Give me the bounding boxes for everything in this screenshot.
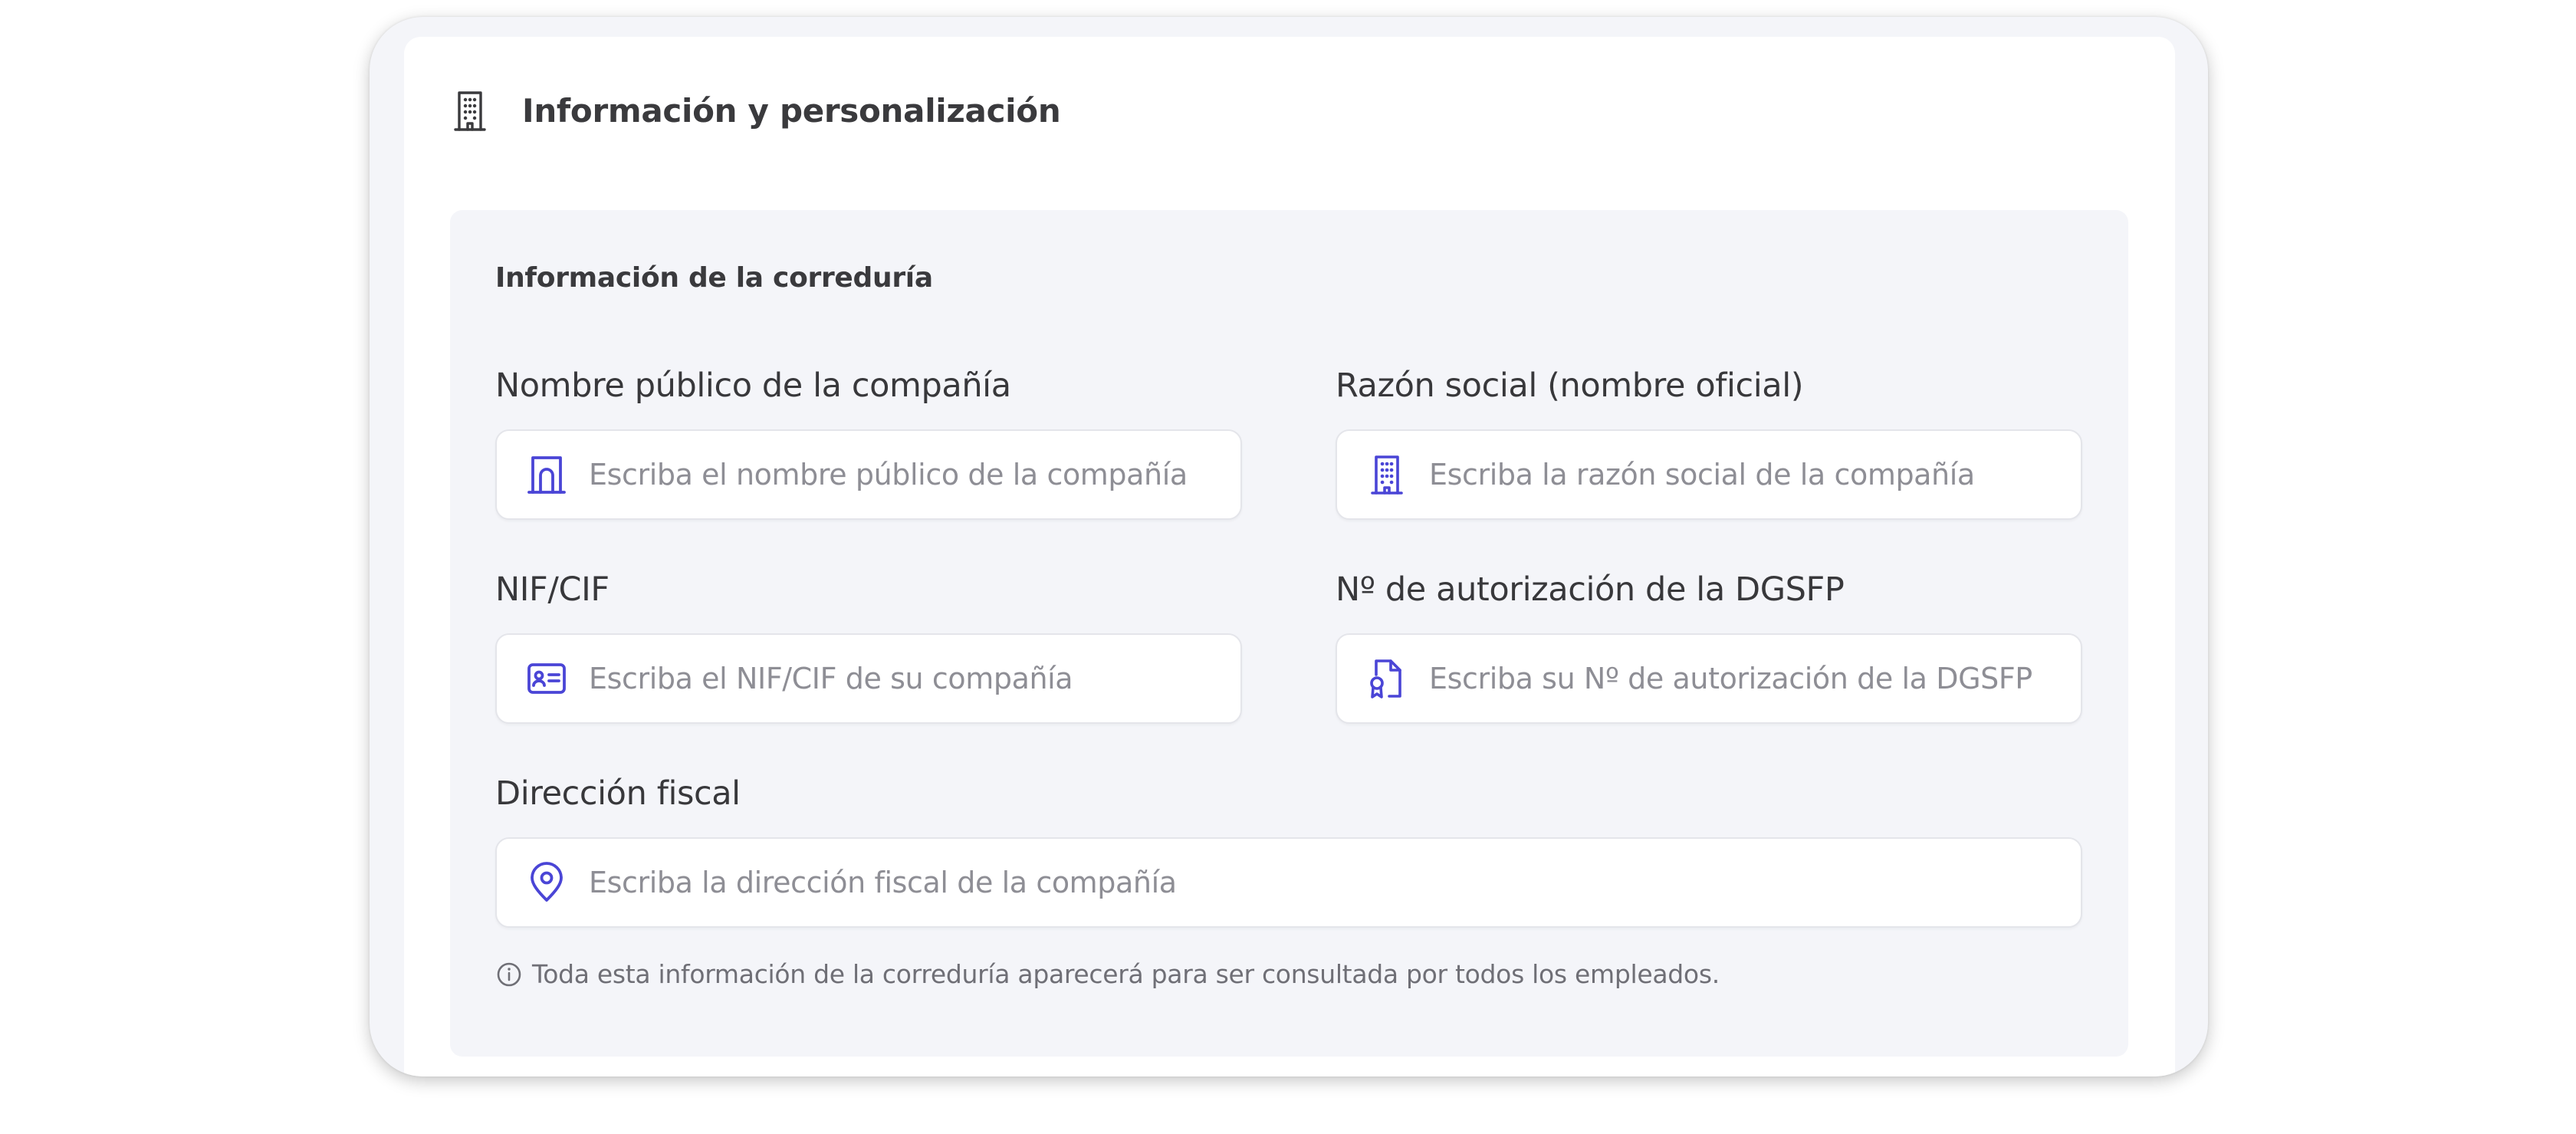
id-card-icon xyxy=(526,658,567,699)
dgsfp-field[interactable] xyxy=(1336,633,2082,724)
brokerage-info-panel: Información de la correduría Nombre públ… xyxy=(450,210,2128,1057)
dgsfp-input[interactable] xyxy=(1428,661,2081,696)
info-icon xyxy=(495,961,523,988)
info-note-text: Toda esta información de la correduría a… xyxy=(532,959,1720,989)
public-name-field[interactable] xyxy=(495,429,1242,520)
section-title: Información de la correduría xyxy=(495,262,933,294)
building-icon xyxy=(450,89,490,132)
legal-name-input[interactable] xyxy=(1428,457,2081,492)
public-name-label: Nombre público de la compañía xyxy=(495,366,1011,405)
address-input[interactable] xyxy=(587,865,2081,900)
settings-window: Información y personalización Informació… xyxy=(370,17,2208,1076)
building-icon xyxy=(1366,454,1408,495)
address-label: Dirección fiscal xyxy=(495,774,741,813)
nif-label: NIF/CIF xyxy=(495,570,610,609)
nif-field[interactable] xyxy=(495,633,1242,724)
certificate-document-icon xyxy=(1366,658,1408,699)
dgsfp-label: Nº de autorización de la DGSFP xyxy=(1336,570,1845,609)
address-field[interactable] xyxy=(495,837,2082,928)
storefront-icon xyxy=(526,454,567,495)
legal-name-label: Razón social (nombre oficial) xyxy=(1336,366,1804,405)
legal-name-field[interactable] xyxy=(1336,429,2082,520)
settings-card: Información y personalización Informació… xyxy=(404,37,2175,1076)
info-note: Toda esta información de la correduría a… xyxy=(495,959,1720,989)
nif-input[interactable] xyxy=(587,661,1240,696)
page-title: Información y personalización xyxy=(522,91,1061,130)
public-name-input[interactable] xyxy=(587,457,1240,492)
card-header: Información y personalización xyxy=(450,87,1061,133)
map-pin-icon xyxy=(526,862,567,903)
